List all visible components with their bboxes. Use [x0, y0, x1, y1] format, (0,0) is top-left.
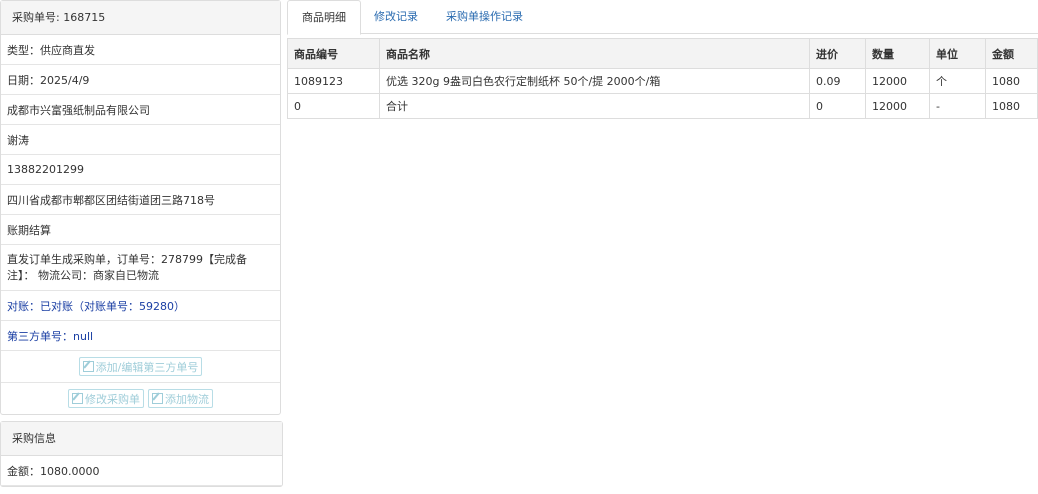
cell-product-code: 1089123	[287, 68, 380, 94]
tab-product-details[interactable]: 商品明细	[287, 0, 361, 35]
cell-amount: 1080	[985, 93, 1038, 119]
tab-bar: 商品明细 修改记录 采购单操作记录	[287, 0, 1038, 35]
table-row-total: 0 合计 0 12000 - 1080	[287, 93, 1038, 119]
edit-third-party-button[interactable]: 添加/编辑第三方单号	[78, 357, 203, 376]
product-table: 商品编号 商品名称 进价 数量 单位 金额 1089123 优选 320g 9盎…	[287, 38, 1038, 119]
tab-operation-log[interactable]: 采购单操作记录	[433, 0, 536, 33]
col-quantity: 数量	[865, 38, 930, 69]
payment-method: 账期结算	[1, 215, 280, 245]
cell-amount: 1080	[985, 68, 1038, 94]
col-amount: 金额	[985, 38, 1038, 69]
order-info-card: 采购单号: 168715 类型：供应商直发 日期：2025/4/9 成都市兴富强…	[0, 0, 281, 415]
order-note: 直发订单生成采购单，订单号：278799【完成备注】： 物流公司：商家自已物流	[1, 245, 280, 291]
cell-quantity: 12000	[865, 93, 930, 119]
tab-change-log[interactable]: 修改记录	[360, 0, 432, 33]
order-type: 类型：供应商直发	[1, 35, 280, 65]
cell-unit: -	[929, 93, 986, 119]
third-party-number: 第三方单号：null	[1, 321, 280, 351]
cell-price: 0.09	[809, 68, 866, 94]
contact-name: 谢涛	[1, 125, 280, 155]
col-product-code: 商品编号	[287, 38, 380, 69]
order-actions: 修改采购单 添加物流	[1, 383, 280, 414]
order-panel: 采购单号: 168715 类型：供应商直发 日期：2025/4/9 成都市兴富强…	[0, 0, 281, 415]
add-logistics-label: 添加物流	[165, 392, 209, 406]
cell-product-code: 0	[287, 93, 380, 119]
reconcile-status: 对账：已对账（对账单号：59280）	[1, 291, 280, 321]
order-date: 日期：2025/4/9	[1, 65, 280, 95]
edit-icon	[72, 393, 83, 404]
cell-product-name: 优选 320g 9盎司白色农行定制纸杯 50个/提 2000个/箱	[379, 68, 810, 94]
table-header-row: 商品编号 商品名称 进价 数量 单位 金额	[287, 38, 1038, 69]
add-logistics-button[interactable]: 添加物流	[148, 389, 213, 408]
edit-icon	[152, 393, 163, 404]
cell-quantity: 12000	[865, 68, 930, 94]
cell-unit: 个	[929, 68, 986, 94]
edit-order-label: 修改采购单	[85, 392, 140, 406]
cell-price: 0	[809, 93, 866, 119]
contact-phone: 13882201299	[1, 155, 280, 185]
purchase-info-header: 采购信息	[1, 422, 282, 456]
purchase-amount: 金额：1080.0000	[1, 456, 282, 486]
order-number-header: 采购单号: 168715	[1, 1, 280, 35]
edit-icon	[82, 361, 94, 372]
edit-order-button[interactable]: 修改采购单	[68, 389, 144, 408]
col-unit: 单位	[929, 38, 986, 69]
edit-third-party-label: 添加/编辑第三方单号	[95, 360, 199, 374]
address: 四川省成都市郫都区团结街道团三路718号	[1, 185, 280, 215]
third-party-actions: 添加/编辑第三方单号	[1, 351, 280, 383]
col-product-name: 商品名称	[379, 38, 810, 69]
purchase-info-card: 采购信息 金额：1080.0000	[0, 421, 283, 487]
detail-area: 商品明细 修改记录 采购单操作记录 商品编号 商品名称 进价 数量 单位 金额 …	[287, 0, 1038, 119]
col-price: 进价	[809, 38, 866, 69]
table-row: 1089123 优选 320g 9盎司白色农行定制纸杯 50个/提 2000个/…	[287, 68, 1038, 94]
cell-product-name: 合计	[379, 93, 810, 119]
supplier-name: 成都市兴富强纸制品有限公司	[1, 95, 280, 125]
